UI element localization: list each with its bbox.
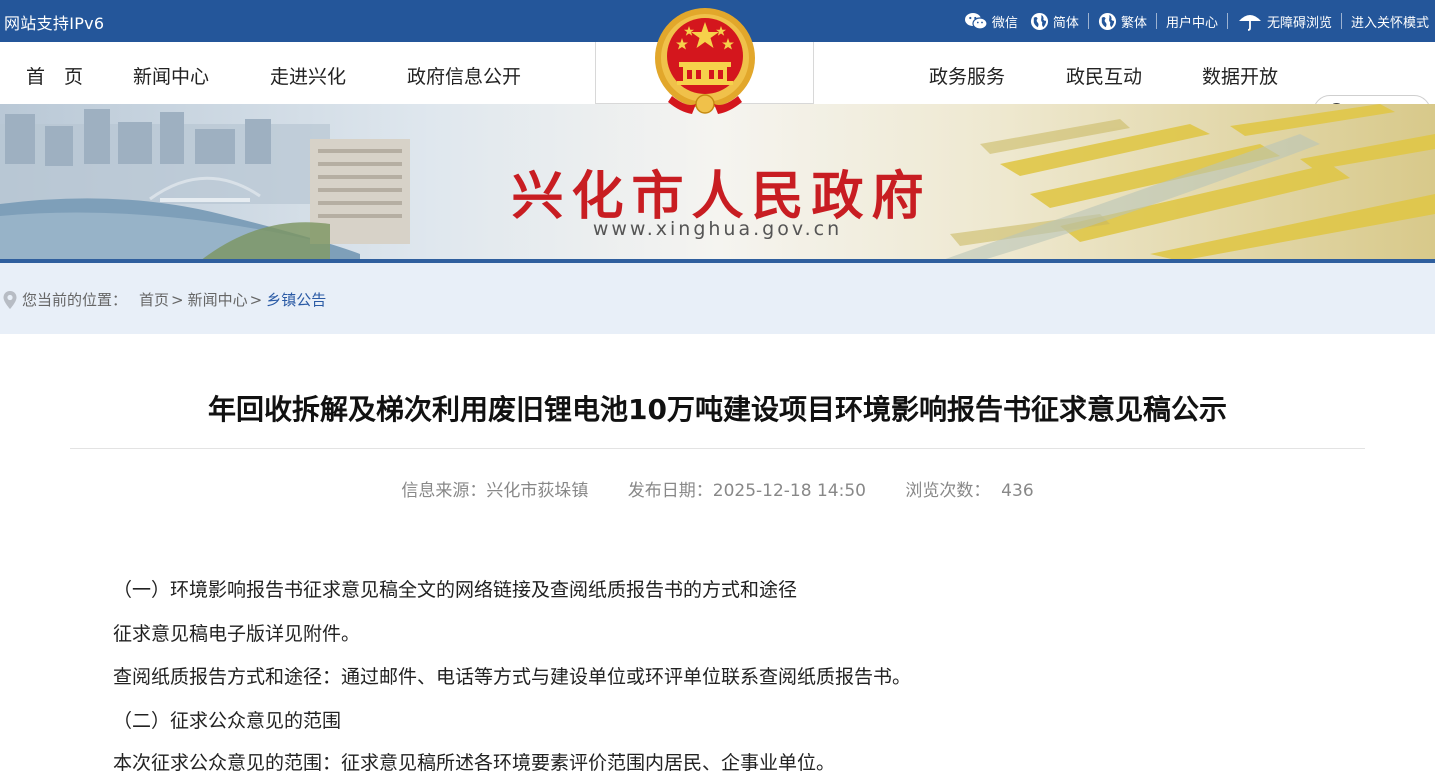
wechat-label: 微信 xyxy=(991,15,1018,31)
national-emblem-icon xyxy=(655,8,755,114)
globe-icon xyxy=(1030,12,1048,30)
breadcrumb-separator: > xyxy=(171,290,184,309)
traditional-chinese-link[interactable]: 繁体 xyxy=(1098,12,1147,31)
accessibility-label: 无障碍浏览 xyxy=(1266,15,1332,31)
article-meta: 信息来源：兴化市荻垛镇 发布日期：2025-12-18 14:50 浏览次数： … xyxy=(0,476,1435,501)
article-paragraph: 本次征求公众意见的范围：征求意见稿所述各环境要素评价范围内居民、企事业单位。 xyxy=(113,752,836,774)
article-source: 信息来源：兴化市荻垛镇 xyxy=(401,481,589,501)
simplified-label: 简体 xyxy=(1052,15,1079,31)
user-center-label: 用户中心 xyxy=(1165,15,1218,31)
traditional-label: 繁体 xyxy=(1120,15,1147,31)
globe-icon xyxy=(1098,12,1116,30)
divider xyxy=(1087,13,1089,29)
nav-item-gov-info[interactable]: 政府信息公开 xyxy=(407,62,521,89)
breadcrumb: 您当前的位置： 首页 > 新闻中心 > 乡镇公告 xyxy=(0,263,1435,334)
user-center-link[interactable]: 用户中心 xyxy=(1166,12,1218,31)
wechat-icon xyxy=(964,13,988,30)
nav-item-services[interactable]: 政务服务 xyxy=(929,62,1005,89)
article-paragraph: 查阅纸质报告方式和途径：通过邮件、电话等方式与建设单位或环评单位联系查阅纸质报告… xyxy=(113,666,912,688)
accessibility-link[interactable]: 无障碍浏览 xyxy=(1237,11,1332,31)
nav-item-interaction[interactable]: 政民互动 xyxy=(1066,62,1142,89)
article-title: 年回收拆解及梯次利用废旧锂电池10万吨建设项目环境影响报告书征求意见稿公示 xyxy=(208,393,1227,426)
top-links: 微信 简体 繁体 用户中心 无障碍浏览 进入关怀模式 xyxy=(964,0,1429,42)
article-paragraph: （二）征求公众意见的范围 xyxy=(113,710,342,732)
site-url: www.xinghua.gov.cn xyxy=(592,218,843,240)
divider xyxy=(1340,13,1342,29)
nav-item-open-data[interactable]: 数据开放 xyxy=(1202,62,1278,89)
nav-item-about-xinghua[interactable]: 走进兴化 xyxy=(270,62,346,89)
wechat-link[interactable]: 微信 xyxy=(964,12,1018,31)
breadcrumb-prefix: 您当前的位置： xyxy=(22,291,128,309)
article-paragraph: 征求意见稿电子版详见附件。 xyxy=(113,623,361,645)
breadcrumb-home[interactable]: 首页 xyxy=(139,289,169,310)
article-date: 发布日期：2025-12-18 14:50 xyxy=(627,481,866,501)
title-divider xyxy=(70,448,1365,449)
ipv6-support-label: 网站支持IPv6 xyxy=(4,14,105,33)
umbrella-icon xyxy=(1238,15,1261,31)
nav-item-home[interactable]: 首 页 xyxy=(26,62,83,89)
elder-mode-link[interactable]: 进入关怀模式 xyxy=(1351,12,1429,31)
article-views: 浏览次数： 436 xyxy=(905,481,1034,501)
nav-item-news[interactable]: 新闻中心 xyxy=(133,62,209,89)
location-pin-icon xyxy=(3,290,17,309)
elder-mode-label: 进入关怀模式 xyxy=(1350,15,1429,31)
divider xyxy=(1155,13,1157,29)
breadcrumb-separator: > xyxy=(249,290,263,309)
divider xyxy=(1226,13,1228,29)
site-banner: 兴化市人民政府 www.xinghua.gov.cn xyxy=(0,104,1435,261)
article-paragraph: （一）环境影响报告书征求意见稿全文的网络链接及查阅纸质报告书的方式和途径 xyxy=(113,579,798,601)
simplified-chinese-link[interactable]: 简体 xyxy=(1030,12,1079,31)
breadcrumb-current[interactable]: 乡镇公告 xyxy=(266,289,326,310)
breadcrumb-news[interactable]: 新闻中心 xyxy=(188,289,248,310)
